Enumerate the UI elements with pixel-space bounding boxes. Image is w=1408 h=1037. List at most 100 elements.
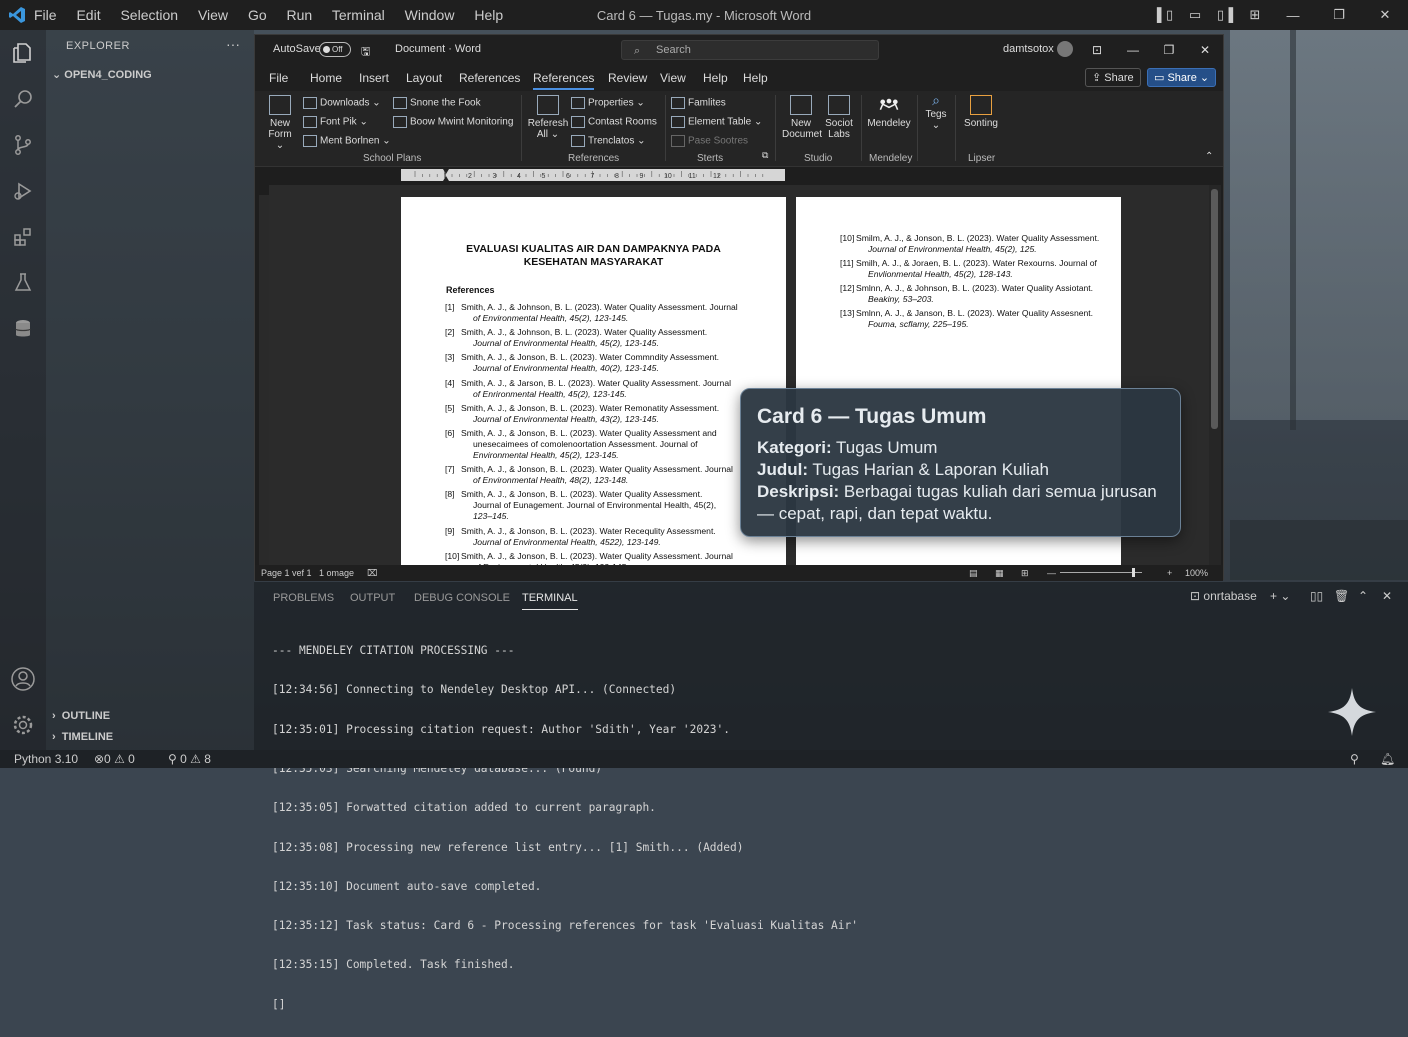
document-scrollbar[interactable] xyxy=(1209,185,1221,565)
timeline-section[interactable]: › TIMELINE xyxy=(52,731,113,743)
word-search-box[interactable]: ⌕ Search xyxy=(621,40,879,60)
zoom-slider[interactable] xyxy=(1060,572,1142,573)
tab-references[interactable]: References xyxy=(459,71,520,85)
zoom-level[interactable]: 100% xyxy=(1185,568,1208,578)
menu-selection[interactable]: Selection xyxy=(120,7,178,23)
minimize-icon[interactable]: — xyxy=(1115,43,1151,57)
snone-fook-button[interactable]: Snone the Fook xyxy=(393,97,481,109)
document-page-1[interactable]: EVALUASI KUALITAS AIR DAN DAMPAKNYA PADA… xyxy=(401,197,786,565)
source-control-icon[interactable] xyxy=(0,122,46,168)
search-icon[interactable] xyxy=(0,76,46,122)
menu-window[interactable]: Window xyxy=(405,7,455,23)
sociot-labs-button[interactable]: Sociot Labs xyxy=(822,95,856,140)
zoom-slider-thumb[interactable] xyxy=(1132,568,1135,577)
zoom-in-icon[interactable]: + xyxy=(1167,568,1172,578)
notifications-bell-icon[interactable]: 🔔︎ xyxy=(1380,752,1395,766)
document-name[interactable]: Document · Word xyxy=(395,43,481,55)
tab-file[interactable]: File xyxy=(269,71,288,85)
sonting-button[interactable]: Sonting xyxy=(961,95,1001,129)
zoom-out-icon[interactable]: — xyxy=(1047,568,1056,578)
toggle-sidebar-icon[interactable]: ▌▯ xyxy=(1150,7,1180,23)
tab-references-active[interactable]: References xyxy=(533,71,594,90)
page-count[interactable]: Page 1 vef 1 xyxy=(261,568,312,578)
maximize-panel-icon[interactable]: ⌃ xyxy=(1358,589,1368,603)
font-pik-button[interactable]: Font Pik ⌄ xyxy=(303,116,368,128)
feedback-icon[interactable]: ⚲ xyxy=(1350,752,1359,766)
contast-rooms-button[interactable]: Contast Rooms xyxy=(571,116,657,128)
web-layout-icon[interactable]: ⊞ xyxy=(1021,568,1029,579)
problems-count[interactable]: ⊗0 ⚠ 0 xyxy=(94,752,135,766)
tab-help-2[interactable]: Help xyxy=(743,71,768,85)
close-icon[interactable]: ✕ xyxy=(1362,7,1408,23)
layout-icon[interactable]: ⊞ xyxy=(1240,7,1270,23)
more-actions-icon[interactable]: ··· xyxy=(226,36,240,52)
dialog-launcher-icon[interactable]: ⧉ xyxy=(762,150,768,161)
trenclatos-button[interactable]: Trenclatos ⌄ xyxy=(571,135,646,147)
toggle-panel-icon[interactable]: ▭ xyxy=(1180,7,1210,23)
tab-output[interactable]: OUTPUT xyxy=(350,592,395,604)
tab-home[interactable]: Home xyxy=(310,71,342,85)
menu-run[interactable]: Run xyxy=(287,7,313,23)
tab-layout[interactable]: Layout xyxy=(406,71,442,85)
menu-go[interactable]: Go xyxy=(248,7,267,23)
testing-flask-icon[interactable] xyxy=(0,260,46,306)
new-documet-button[interactable]: New Documet xyxy=(782,95,820,140)
outline-section[interactable]: › OUTLINE xyxy=(52,710,110,722)
database-icon[interactable] xyxy=(0,306,46,352)
save-icon[interactable]: 🖫 xyxy=(361,43,370,62)
proofing-icon[interactable]: ⌧ xyxy=(367,568,377,579)
tegs-button[interactable]: ⌕ Tegs⌄ xyxy=(921,95,951,131)
tab-review[interactable]: Review xyxy=(608,71,647,85)
toggle-secondary-sidebar-icon[interactable]: ▯▐ xyxy=(1210,7,1240,23)
focus-icon[interactable]: ▤ xyxy=(969,568,978,579)
menu-terminal[interactable]: Terminal xyxy=(332,7,385,23)
close-icon[interactable]: ✕ xyxy=(1187,43,1223,57)
settings-gear-icon[interactable] xyxy=(0,702,46,748)
split-terminal-icon[interactable]: ▯▯ xyxy=(1310,589,1323,603)
new-form-button[interactable]: New Form ⌄ xyxy=(263,95,297,151)
avatar[interactable] xyxy=(1057,41,1073,57)
terminal-output[interactable]: --- MENDELEY CITATION PROCESSING --- [12… xyxy=(272,618,858,1037)
monitoring-button[interactable]: Boow Mwint Monitoring xyxy=(393,116,513,128)
menu-edit[interactable]: Edit xyxy=(76,7,100,23)
tab-view[interactable]: View xyxy=(660,71,686,85)
collapse-ribbon-icon[interactable]: ⌃ xyxy=(1205,151,1213,162)
menu-view[interactable]: View xyxy=(198,7,228,23)
new-terminal-icon[interactable]: + ⌄ xyxy=(1270,589,1290,603)
menu-help[interactable]: Help xyxy=(474,7,503,23)
tab-terminal[interactable]: TERMINAL xyxy=(522,592,578,610)
mendeley-button[interactable]: Mendeley xyxy=(865,95,913,129)
share-button-primary[interactable]: ▭ Share ⌄ xyxy=(1147,68,1216,87)
restore-icon[interactable]: ❐ xyxy=(1151,43,1187,57)
close-panel-icon[interactable]: ✕ xyxy=(1382,589,1392,603)
ports-count[interactable]: ⚲ 0 ⚠ 8 xyxy=(168,752,211,766)
user-name[interactable]: damtsotox xyxy=(1003,43,1054,55)
properties-button[interactable]: Properties ⌄ xyxy=(571,97,645,109)
refresh-all-button[interactable]: Referesh All ⌄ xyxy=(527,95,569,140)
kill-terminal-icon[interactable]: 🗑 xyxy=(1334,589,1349,603)
downloads-button[interactable]: Downloads ⌄ xyxy=(303,97,381,109)
python-interpreter[interactable]: Python 3.10 xyxy=(14,752,78,766)
scrollbar-thumb[interactable] xyxy=(1211,189,1218,429)
tab-debug-console[interactable]: DEBUG CONSOLE xyxy=(414,592,510,604)
share-button[interactable]: ⇪ Share xyxy=(1085,68,1141,87)
print-layout-icon[interactable]: ▦ xyxy=(995,568,1004,579)
tab-insert[interactable]: Insert xyxy=(359,71,389,85)
explorer-icon[interactable] xyxy=(0,30,46,76)
terminal-instance[interactable]: ⊡ onrtabase xyxy=(1190,589,1257,603)
tab-help[interactable]: Help xyxy=(703,71,728,85)
ment-borlnen-button[interactable]: Ment Borlnen ⌄ xyxy=(303,135,391,147)
tab-problems[interactable]: PROBLEMS xyxy=(273,592,334,604)
account-icon[interactable] xyxy=(0,656,46,702)
run-debug-icon[interactable] xyxy=(0,168,46,214)
ribbon-display-icon[interactable]: ⊡ xyxy=(1079,43,1115,57)
pase-sootres-button[interactable]: Pase Sootres xyxy=(671,135,748,147)
autosave-toggle[interactable]: Off xyxy=(319,42,351,57)
famlites-button[interactable]: Famlites xyxy=(671,97,726,109)
maximize-icon[interactable]: ❐ xyxy=(1316,7,1362,23)
minimize-icon[interactable]: — xyxy=(1270,8,1316,23)
word-count[interactable]: 1 omage xyxy=(319,568,354,578)
extensions-icon[interactable] xyxy=(0,214,46,260)
element-table-button[interactable]: Element Table ⌄ xyxy=(671,116,762,128)
workspace-folder[interactable]: ⌄ OPEN4_CODING xyxy=(52,68,152,81)
